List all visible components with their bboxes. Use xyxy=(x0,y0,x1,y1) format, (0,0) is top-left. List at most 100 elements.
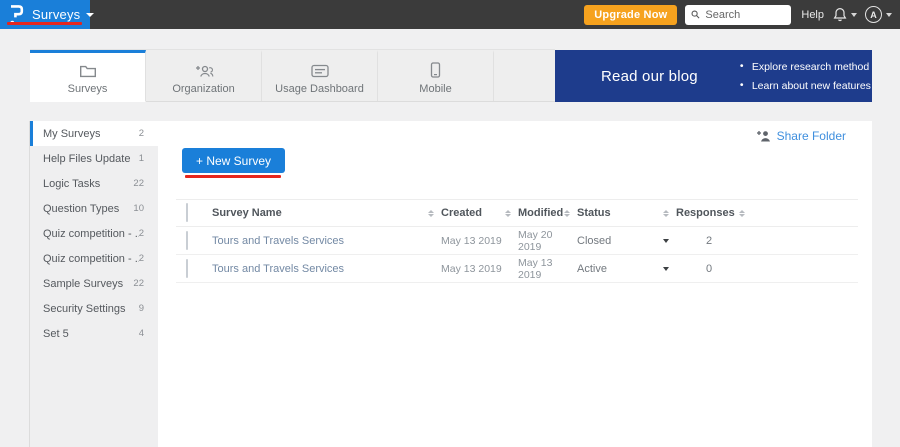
sidebar-item-count: 9 xyxy=(139,303,144,314)
annotation-underline-brand xyxy=(7,22,82,25)
brand-menu[interactable]: Surveys xyxy=(0,0,90,29)
sidebar-item-label: Help Files Update xyxy=(43,153,130,165)
sidebar-item-security-settings[interactable]: Security Settings 9 xyxy=(30,296,158,321)
people-add-icon xyxy=(194,62,214,78)
select-all-checkbox[interactable] xyxy=(186,203,188,222)
tab-label: Mobile xyxy=(419,83,451,95)
sidebar-item-quiz-competition-1[interactable]: Quiz competition - ... 2 xyxy=(30,221,158,246)
responses-count: 2 xyxy=(676,235,752,247)
tab-label: Organization xyxy=(172,83,234,95)
sidebar-item-label: My Surveys xyxy=(43,128,100,140)
avatar: A xyxy=(865,6,882,23)
tab-surveys[interactable]: Surveys xyxy=(30,50,146,102)
blog-banner-title: Read our blog xyxy=(555,68,698,85)
sidebar-item-label: Question Types xyxy=(43,203,119,215)
sidebar-item-label: Sample Surveys xyxy=(43,278,123,290)
folders-sidebar: My Surveys 2 Help Files Update 1 Logic T… xyxy=(30,121,158,447)
sidebar-item-label: Logic Tasks xyxy=(43,178,100,190)
sidebar-item-count: 22 xyxy=(133,178,144,189)
surveys-panel: Share Folder + New Survey Survey Name Cr… xyxy=(158,121,872,447)
share-person-add-icon xyxy=(756,130,771,142)
sidebar-item-sample-surveys[interactable]: Sample Surveys 22 xyxy=(30,271,158,296)
modified-date: May 13 2019 xyxy=(518,257,577,281)
account-menu[interactable]: A xyxy=(865,6,892,23)
sidebar-item-count: 2 xyxy=(139,253,144,264)
sort-icon[interactable] xyxy=(663,210,669,217)
sidebar-item-set-5[interactable]: Set 5 4 xyxy=(30,321,158,346)
sort-icon[interactable] xyxy=(505,210,511,217)
created-date: May 13 2019 xyxy=(441,263,518,275)
row-checkbox[interactable] xyxy=(186,259,188,278)
notifications-menu[interactable] xyxy=(833,7,857,22)
sidebar-item-count: 4 xyxy=(139,328,144,339)
app-window: Surveys Upgrade Now Help xyxy=(0,0,900,447)
nav-strip: Surveys Organization xyxy=(30,50,872,102)
column-header-status: Status xyxy=(577,207,611,219)
sidebar-item-label: Security Settings xyxy=(43,303,126,315)
sidebar-item-count: 2 xyxy=(139,128,144,139)
tab-usage-dashboard[interactable]: Usage Dashboard xyxy=(262,50,378,101)
survey-name-link[interactable]: Tours and Travels Services xyxy=(212,235,441,247)
share-folder-link[interactable]: Share Folder xyxy=(756,129,846,143)
folder-icon xyxy=(79,62,97,78)
tab-label: Usage Dashboard xyxy=(275,83,364,95)
sidebar-item-count: 1 xyxy=(139,153,144,164)
search-box[interactable] xyxy=(685,5,791,25)
chevron-down-icon xyxy=(886,13,892,17)
modified-date: May 20 2019 xyxy=(518,229,577,253)
help-link[interactable]: Help xyxy=(801,9,824,21)
share-folder-label: Share Folder xyxy=(777,129,846,143)
column-header-modified: Modified xyxy=(518,207,563,219)
tab-label: Surveys xyxy=(68,83,108,95)
product-switcher-label: Surveys xyxy=(32,7,80,22)
sidebar-item-count: 22 xyxy=(133,278,144,289)
column-header-created: Created xyxy=(441,207,482,219)
chevron-down-icon xyxy=(86,13,94,17)
table-row: Tours and Travels Services May 13 2019 M… xyxy=(176,255,858,283)
nav-tabs: Surveys Organization xyxy=(30,50,555,102)
sidebar-item-my-surveys[interactable]: My Surveys 2 xyxy=(30,121,158,146)
surveys-table: Survey Name Created Modified Status Resp… xyxy=(176,199,858,283)
status-dropdown-icon[interactable] xyxy=(663,267,669,271)
blog-bullet: Learn about new features xyxy=(740,80,871,92)
sidebar-item-label: Quiz competition - ... xyxy=(43,228,139,240)
upgrade-now-button[interactable]: Upgrade Now xyxy=(584,5,677,25)
sidebar-item-quiz-competition-2[interactable]: Quiz competition - ... 2 xyxy=(30,246,158,271)
status-dropdown-icon[interactable] xyxy=(663,239,669,243)
sort-icon[interactable] xyxy=(428,210,434,217)
tab-mobile[interactable]: Mobile xyxy=(378,50,494,101)
responses-count: 0 xyxy=(676,263,752,275)
sidebar-item-count: 10 xyxy=(133,203,144,214)
sidebar-item-label: Quiz competition - ... xyxy=(43,253,139,265)
content-area: My Surveys 2 Help Files Update 1 Logic T… xyxy=(30,121,872,447)
read-blog-banner[interactable]: Read our blog Explore research method Le… xyxy=(555,50,872,102)
annotation-underline-new-survey xyxy=(185,175,281,178)
blog-bullet: Explore research method xyxy=(740,61,871,73)
search-input[interactable] xyxy=(705,9,785,21)
chevron-down-icon xyxy=(851,13,857,17)
sidebar-item-help-files-update[interactable]: Help Files Update 1 xyxy=(30,146,158,171)
table-row: Tours and Travels Services May 13 2019 M… xyxy=(176,227,858,255)
row-checkbox[interactable] xyxy=(186,231,188,250)
table-header-row: Survey Name Created Modified Status Resp… xyxy=(176,199,858,227)
search-icon xyxy=(691,9,700,20)
sort-icon[interactable] xyxy=(739,210,745,217)
sidebar-item-logic-tasks[interactable]: Logic Tasks 22 xyxy=(30,171,158,196)
sort-icon[interactable] xyxy=(564,210,570,217)
created-date: May 13 2019 xyxy=(441,235,518,247)
status-value: Closed xyxy=(577,235,611,247)
blog-banner-bullets: Explore research method Learn about new … xyxy=(740,61,871,92)
column-header-survey-name: Survey Name xyxy=(212,207,282,219)
sidebar-item-question-types[interactable]: Question Types 10 xyxy=(30,196,158,221)
top-bar: Surveys Upgrade Now Help xyxy=(0,0,900,29)
dashboard-icon xyxy=(311,62,329,78)
topbar-actions: Upgrade Now Help A xyxy=(584,0,900,29)
survey-name-link[interactable]: Tours and Travels Services xyxy=(212,263,441,275)
sidebar-item-label: Set 5 xyxy=(43,328,69,340)
new-survey-button[interactable]: + New Survey xyxy=(182,148,285,173)
column-header-responses: Responses xyxy=(676,207,735,219)
smartphone-icon xyxy=(430,62,441,78)
tab-organization[interactable]: Organization xyxy=(146,50,262,101)
bell-icon xyxy=(833,7,847,22)
sidebar-item-count: 2 xyxy=(139,228,144,239)
